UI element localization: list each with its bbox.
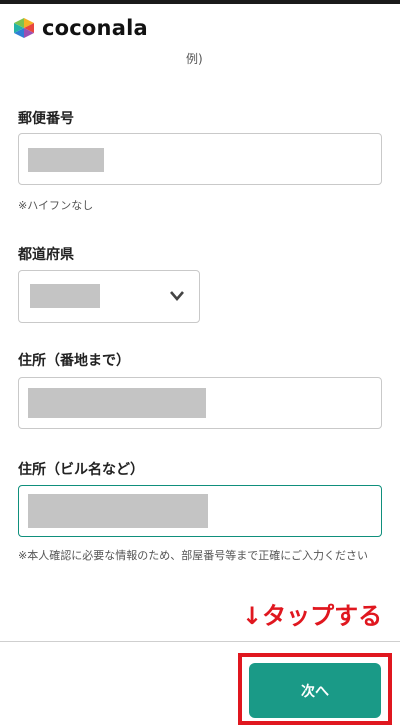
chevron-down-icon (170, 291, 184, 301)
postal-code-help: ※ハイフンなし (18, 199, 94, 212)
address-line2-label: 住所（ビル名など） (18, 462, 144, 478)
cut-off-example-text: 例) (186, 52, 203, 66)
footer-divider (0, 641, 400, 642)
tap-annotation: ↓タップする (242, 602, 383, 630)
address-line2-help: ※本人確認に必要な情報のため、部屋番号等まで正確にご入力ください (18, 549, 368, 562)
redacted-value (28, 494, 208, 528)
address-line1-input[interactable] (18, 377, 382, 429)
prefecture-select[interactable] (18, 270, 200, 323)
logo-text: coconala (42, 16, 148, 40)
postal-code-input[interactable] (18, 133, 382, 185)
address-line2-input[interactable] (18, 485, 382, 537)
next-button[interactable]: 次へ (249, 663, 381, 718)
prefecture-label: 都道府県 (18, 247, 74, 263)
redacted-value (28, 388, 206, 418)
redacted-value (28, 148, 104, 172)
address-line1-label: 住所（番地まで） (18, 353, 130, 369)
postal-code-label: 郵便番号 (18, 111, 74, 127)
coconala-logo-icon (14, 18, 34, 38)
header: coconala (0, 4, 400, 52)
redacted-value (30, 284, 100, 308)
